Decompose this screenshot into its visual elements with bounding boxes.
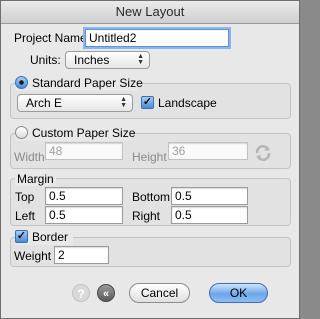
top-margin-value: 0.5	[49, 189, 66, 203]
landscape-checkbox[interactable]: ✓	[141, 96, 154, 109]
left-label: Left	[15, 209, 36, 223]
bottom-margin-input[interactable]: 0.5	[171, 187, 248, 205]
swap-icon[interactable]	[253, 143, 273, 163]
border-header: ✓ Border	[15, 229, 73, 245]
top-margin-input[interactable]: 0.5	[45, 187, 123, 205]
weight-value: 2	[58, 248, 65, 262]
width-value: 48	[49, 144, 63, 158]
margin-label: Margin	[15, 172, 56, 186]
height-label: Height	[132, 150, 167, 164]
right-margin-input[interactable]: 0.5	[171, 206, 248, 224]
ok-button[interactable]: OK	[209, 283, 268, 303]
border-label: Border	[32, 230, 69, 244]
custom-paper-header: Custom Paper Size	[15, 125, 135, 141]
cancel-button[interactable]: Cancel	[129, 283, 190, 303]
back-icon[interactable]: «	[97, 284, 115, 302]
help-icon[interactable]: ?	[72, 284, 90, 302]
paper-size-select[interactable]: Arch E ▲ ▼	[17, 94, 133, 112]
weight-label: Weight	[14, 249, 52, 263]
left-margin-value: 0.5	[49, 208, 66, 222]
new-layout-dialog: New Layout Project Name Untitled2 Units:…	[0, 0, 300, 319]
right-margin-value: 0.5	[175, 208, 192, 222]
standard-paper-radio[interactable]	[15, 76, 28, 89]
height-input[interactable]: 36	[168, 142, 248, 160]
standard-paper-header: Standard Paper Size	[15, 75, 143, 91]
left-margin-input[interactable]: 0.5	[45, 206, 123, 224]
units-select[interactable]: Inches ▲ ▼	[65, 51, 150, 69]
width-input[interactable]: 48	[45, 142, 123, 160]
popup-arrows-icon: ▲ ▼	[120, 96, 127, 109]
custom-paper-radio[interactable]	[15, 126, 28, 139]
standard-paper-label: Standard Paper Size	[32, 76, 143, 90]
units-value: Inches	[74, 53, 110, 67]
bottom-margin-value: 0.5	[175, 189, 192, 203]
project-name-value: Untitled2	[89, 31, 137, 45]
top-label: Top	[15, 190, 35, 204]
units-label: Units:	[30, 53, 61, 67]
project-name-label: Project Name	[14, 31, 87, 45]
window-title: New Layout	[1, 1, 299, 24]
bottom-label: Bottom	[132, 190, 171, 204]
popup-arrows-icon: ▲ ▼	[137, 53, 144, 66]
right-label: Right	[132, 209, 161, 223]
custom-paper-label: Custom Paper Size	[32, 126, 136, 140]
weight-input[interactable]: 2	[54, 246, 109, 264]
project-name-input[interactable]: Untitled2	[85, 29, 229, 47]
width-label: Width	[14, 150, 45, 164]
border-checkbox[interactable]: ✓	[15, 230, 28, 243]
height-value: 36	[172, 144, 186, 158]
landscape-label: Landscape	[158, 96, 217, 110]
paper-size-value: Arch E	[26, 96, 63, 110]
